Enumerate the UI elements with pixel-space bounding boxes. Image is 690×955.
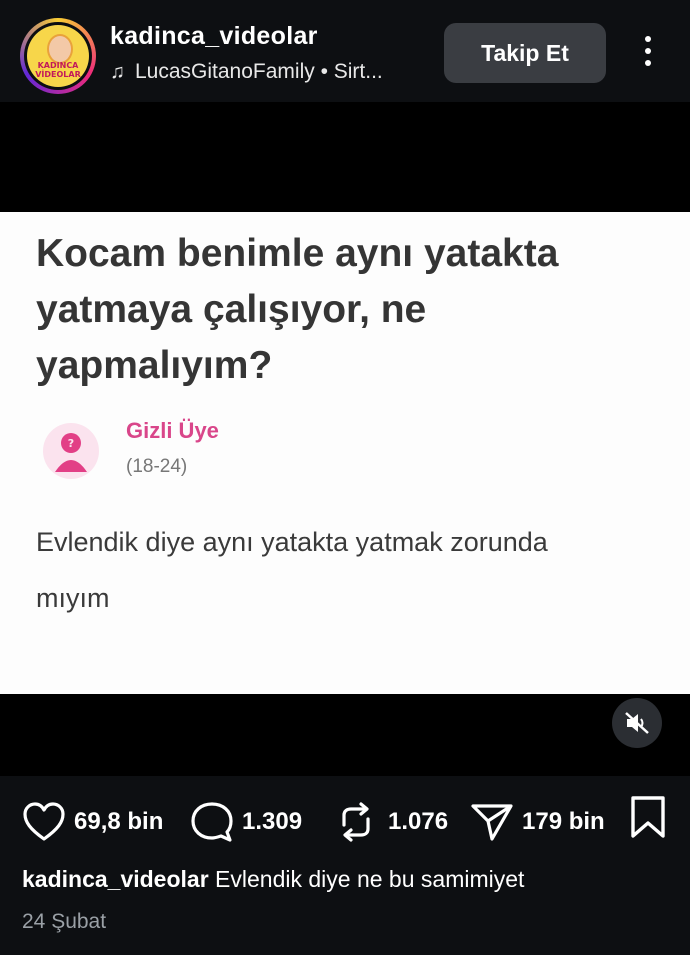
- share-count: 179 bin: [522, 808, 605, 835]
- send-icon: [471, 804, 513, 841]
- more-vertical-icon[interactable]: [640, 36, 656, 72]
- repost-count: 1.076: [388, 808, 449, 835]
- caption-username[interactable]: kadinca_videolar: [22, 866, 209, 892]
- comment-count: 1.309: [242, 808, 303, 835]
- music-note-icon: ♫: [110, 61, 125, 83]
- video-player[interactable]: Kocam benimle aynı yatakta yatmaya çalış…: [0, 102, 690, 776]
- music-info[interactable]: ♫ LucasGitanoFamily • Sirt...: [110, 60, 383, 84]
- comment-action[interactable]: 1.309: [190, 792, 302, 852]
- post-caption: kadinca_videolar Evlendik diye ne bu sam…: [22, 866, 524, 893]
- header-username[interactable]: kadinca_videolar: [110, 22, 318, 51]
- avatar-logo-text: KADINCA VİDEOLAR: [35, 61, 81, 79]
- question-card: Kocam benimle aynı yatakta yatmaya çalış…: [0, 212, 690, 694]
- bookmark-icon[interactable]: [628, 794, 668, 840]
- answer-text: Evlendik diye aynı yatakta yatmak zorund…: [36, 514, 676, 626]
- follow-button[interactable]: Takip Et: [444, 23, 606, 83]
- avatar[interactable]: KADINCA VİDEOLAR: [20, 18, 96, 94]
- question-line: yapmalıyım?: [36, 344, 273, 387]
- answer-line: mıyım: [36, 583, 110, 613]
- answer-line: Evlendik diye aynı yatakta yatmak zorund…: [36, 527, 548, 557]
- anonymous-member-icon: ?: [43, 423, 99, 479]
- question-line: yatmaya çalışıyor, ne: [36, 288, 427, 331]
- share-action[interactable]: 179 bin: [470, 792, 605, 852]
- post-header: KADINCA VİDEOLAR kadinca_videolar ♫ Lucas…: [0, 0, 690, 102]
- mute-button[interactable]: [612, 698, 662, 748]
- heart-icon: [23, 802, 65, 841]
- like-count: 69,8 bin: [74, 808, 164, 835]
- svg-text:?: ?: [68, 437, 74, 450]
- member-name: Gizli Üye: [126, 418, 219, 443]
- question-line: Kocam benimle aynı yatakta: [36, 232, 559, 275]
- comment-icon: [191, 802, 233, 842]
- action-bar: 69,8 bin 1.309 1.076 179 bin: [0, 792, 690, 852]
- like-action[interactable]: 69,8 bin: [22, 792, 163, 852]
- member-age: (18-24): [126, 456, 188, 477]
- muted-speaker-icon: [625, 712, 649, 734]
- repost-icon: [342, 802, 370, 842]
- repost-action[interactable]: 1.076: [336, 792, 448, 852]
- question-title: Kocam benimle aynı yatakta yatmaya çalış…: [36, 226, 676, 394]
- caption-text: Evlendik diye ne bu samimiyet: [215, 866, 525, 892]
- post-date: 24 Şubat: [22, 910, 107, 933]
- avatar-face-graphic: [47, 34, 73, 64]
- avatar-image: KADINCA VİDEOLAR: [27, 25, 89, 87]
- music-label: LucasGitanoFamily • Sirt...: [135, 60, 383, 83]
